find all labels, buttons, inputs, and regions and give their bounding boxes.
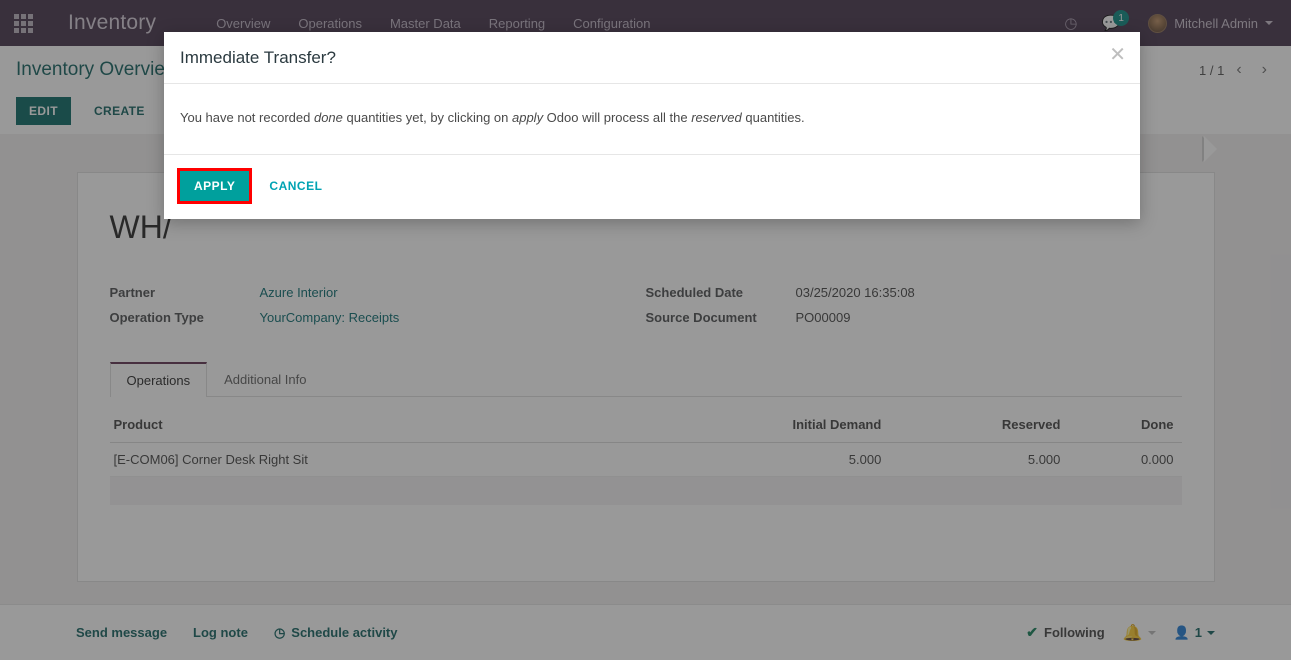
dialog-message-part3: Odoo will process all the — [543, 110, 692, 125]
apply-button[interactable]: APPLY — [176, 167, 253, 204]
dialog-message-part2: quantities yet, by clicking on — [342, 110, 512, 125]
dialog-message-emphasis-apply: apply — [511, 110, 544, 125]
dialog-title: Immediate Transfer? — [180, 48, 336, 67]
dialog-header: Immediate Transfer? ✕ — [164, 32, 1140, 84]
application-root: Inventory Overview Operations Master Dat… — [0, 0, 1291, 660]
dialog-body: You have not recorded done quantities ye… — [164, 84, 1140, 154]
dialog-message-part1: You have not recorded — [180, 110, 314, 125]
immediate-transfer-dialog: Immediate Transfer? ✕ You have not recor… — [164, 32, 1140, 219]
dialog-message-emphasis-done: done — [313, 110, 343, 125]
dialog-message-part4: quantities. — [741, 110, 805, 125]
dialog-message: You have not recorded done quantities ye… — [180, 108, 1124, 128]
cancel-button[interactable]: CANCEL — [257, 171, 334, 201]
dialog-message-emphasis-reserved: reserved — [691, 110, 742, 125]
close-icon[interactable]: ✕ — [1109, 45, 1126, 65]
dialog-footer: APPLY CANCEL — [164, 153, 1140, 219]
